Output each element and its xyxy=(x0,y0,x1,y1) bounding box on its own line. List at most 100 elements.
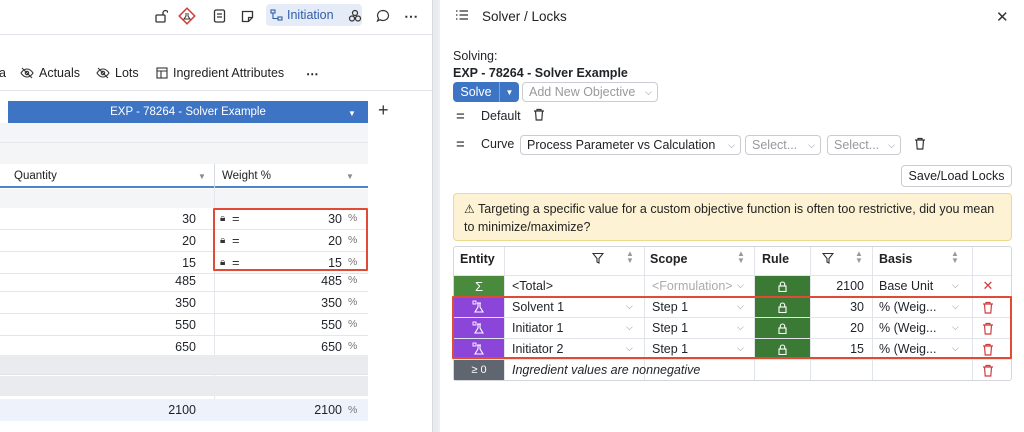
quantity-cell[interactable]: 350 xyxy=(0,292,206,314)
quantity-cell[interactable]: 30 xyxy=(0,208,206,230)
table-icon xyxy=(156,67,168,79)
experiment-dropdown-icon[interactable]: ▼ xyxy=(348,109,356,118)
trash-icon[interactable] xyxy=(914,137,926,150)
curve-type-select[interactable]: Process Parameter vs Calculation ⌵ xyxy=(520,135,741,155)
save-load-locks-label: Save/Load Locks xyxy=(908,169,1005,183)
drag-handle-icon[interactable]: = xyxy=(456,109,465,124)
eye-off-icon xyxy=(96,67,110,79)
panel-title: Solver / Locks xyxy=(482,9,567,24)
pct-unit: % xyxy=(348,274,358,286)
weight-header-label: Weight % xyxy=(222,170,272,182)
curve-x-select[interactable]: Select... ⌵ xyxy=(745,135,821,155)
chevron-down-icon: ⌵ xyxy=(888,139,895,150)
weight-column-header[interactable]: Weight % xyxy=(216,164,366,188)
constraint-text: Ingredient values are nonnegative xyxy=(512,363,701,377)
filter-icon[interactable] xyxy=(821,252,835,267)
sort-icon[interactable]: ▲ ▼ xyxy=(737,250,745,265)
quantity-column-header[interactable]: Quantity xyxy=(8,164,208,188)
formulation-pane: Initiation ⋯ a Actuals Lots Ingredient A… xyxy=(0,0,432,432)
select-placeholder: Select... xyxy=(752,138,798,152)
curve-objective-label: Curve xyxy=(481,137,515,151)
quantity-cell[interactable]: 550 xyxy=(0,314,206,336)
select-placeholder: Select... xyxy=(834,138,880,152)
unlock-icon[interactable] xyxy=(150,5,172,27)
pct-unit: % xyxy=(348,318,358,330)
flask-diamond-icon[interactable] xyxy=(176,5,198,27)
locked-rows-highlight xyxy=(452,296,1012,359)
weight-cell[interactable]: 485 xyxy=(214,270,342,292)
weight-cell[interactable]: 350 xyxy=(214,292,342,314)
chevron-down-icon: ⌵ xyxy=(645,86,652,97)
column-divider xyxy=(214,164,215,188)
chevron-down-icon: ⌵ xyxy=(728,139,735,150)
weight-sort-icon[interactable]: ▼ xyxy=(346,172,354,181)
quantity-cell[interactable]: 485 xyxy=(0,270,206,292)
lock-rule-button[interactable] xyxy=(754,276,810,296)
basis-column-header[interactable]: Basis xyxy=(879,247,912,271)
tab-actuals[interactable]: Actuals xyxy=(20,64,80,82)
total-pct-unit: % xyxy=(348,404,358,416)
entity-header-label: Entity xyxy=(460,252,495,266)
header-spacer xyxy=(0,143,368,164)
list-icon xyxy=(455,9,469,21)
group-row xyxy=(0,355,368,375)
more-icon[interactable]: ⋯ xyxy=(400,5,422,27)
curve-y-select[interactable]: Select... ⌵ xyxy=(827,135,901,155)
drag-handle-icon[interactable]: = xyxy=(456,137,465,152)
trash-icon[interactable] xyxy=(533,108,545,121)
quantity-cell[interactable]: 20 xyxy=(0,230,206,252)
workflow-icon xyxy=(270,9,283,21)
sort-icon[interactable]: ▲ ▼ xyxy=(855,250,863,265)
solving-label: Solving: xyxy=(453,49,498,63)
remove-x-icon[interactable]: ✕ xyxy=(976,276,1000,296)
chevron-down-icon: ⌵ xyxy=(808,139,815,150)
warning-banner: ⚠ Targeting a specific value for a custo… xyxy=(453,193,1012,241)
filter-icon[interactable] xyxy=(591,252,605,267)
rule-column-header[interactable]: Rule xyxy=(762,247,789,271)
comment-icon[interactable] xyxy=(372,5,394,27)
tab-ingredient-attributes[interactable]: Ingredient Attributes xyxy=(156,64,284,82)
tab-lots-label: Lots xyxy=(115,66,139,80)
weight-cell[interactable]: 550 xyxy=(214,314,342,336)
scope-column-header[interactable]: Scope xyxy=(650,247,688,271)
pct-unit: % xyxy=(348,340,358,352)
sort-icon[interactable]: ▲ ▼ xyxy=(951,250,959,265)
basis-header-label: Basis xyxy=(879,252,913,266)
scope-header-label: Scope xyxy=(650,252,688,266)
tab-lots[interactable]: Lots xyxy=(96,64,139,82)
total-value[interactable]: 2100 xyxy=(812,276,864,296)
eye-off-icon xyxy=(20,67,34,79)
quantity-sort-icon[interactable]: ▼ xyxy=(198,172,206,181)
pct-unit: % xyxy=(348,296,358,308)
tab-ingredient-attributes-label: Ingredient Attributes xyxy=(173,66,285,80)
solve-button[interactable]: Solve xyxy=(453,82,499,102)
notes-icon[interactable] xyxy=(208,5,230,27)
warning-icon: ⚠ xyxy=(464,202,475,216)
total-entity[interactable]: <Total> xyxy=(512,276,553,296)
sticky-note-icon[interactable] xyxy=(236,5,258,27)
trash-icon[interactable] xyxy=(976,360,1000,380)
subtabs-more-icon[interactable]: ⋯ xyxy=(306,64,319,82)
header-spacer xyxy=(0,123,368,143)
solve-options-icon[interactable]: ▼ xyxy=(500,82,519,102)
sigma-icon: Σ xyxy=(454,276,504,296)
total-weight: 2100 xyxy=(314,403,342,417)
group-row xyxy=(0,376,368,396)
cluster-icon[interactable] xyxy=(344,5,366,27)
add-objective-select[interactable]: Add New Objective ⌵ xyxy=(522,82,658,102)
entity-column-header[interactable]: Entity xyxy=(460,247,495,271)
constraint-badge: ≥ 0 xyxy=(454,360,504,380)
quantity-header-label: Quantity xyxy=(14,170,57,182)
total-basis[interactable]: Base Unit xyxy=(879,276,933,296)
close-icon[interactable]: ✕ xyxy=(996,8,1009,26)
sort-icon[interactable]: ▲ ▼ xyxy=(626,250,634,265)
save-load-locks-button[interactable]: Save/Load Locks xyxy=(901,165,1012,187)
toolbar-divider xyxy=(0,34,432,35)
group-row xyxy=(0,189,368,208)
subtab-truncated[interactable]: a xyxy=(0,64,6,82)
chevron-down-icon: ⌵ xyxy=(952,280,959,290)
pane-splitter[interactable] xyxy=(432,0,438,432)
experiment-column-header[interactable]: EXP - 78264 - Solver Example xyxy=(8,101,368,123)
add-experiment-button[interactable]: + xyxy=(378,100,389,121)
total-scope[interactable]: <Formulation> xyxy=(652,276,733,296)
